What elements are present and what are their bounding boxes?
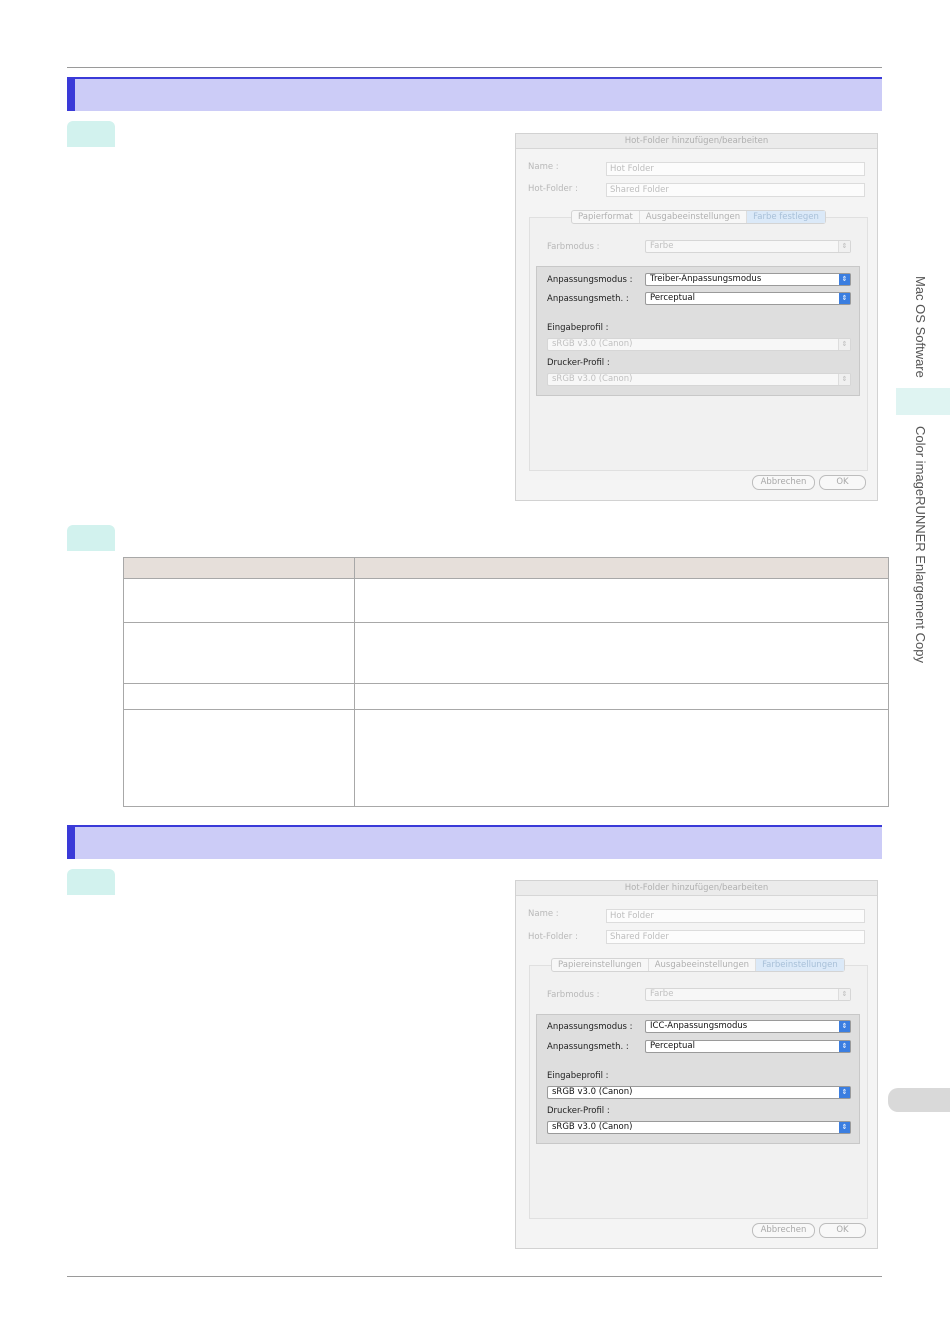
cancel-button[interactable]: Abbrechen [752, 1223, 815, 1238]
top-rule [67, 67, 882, 68]
section-heading-bar-1 [67, 77, 882, 111]
settings-table [123, 557, 889, 807]
anpassungsmeth-value: Perceptual [650, 293, 695, 303]
name-label: Name : [528, 162, 559, 172]
tab-papierformat[interactable]: Papierformat [572, 211, 640, 223]
anpassungsmodus-select[interactable]: Treiber-Anpassungsmodus ⇕ [645, 273, 851, 286]
table-cell [354, 709, 889, 807]
section-heading-bar-2 [67, 825, 882, 859]
popup-updown-arrow-icon: ⇕ [838, 374, 850, 385]
table-cell [123, 578, 355, 623]
ok-button[interactable]: OK [819, 475, 866, 490]
farbmodus-label: Farbmodus : [547, 990, 600, 1000]
tab-papiereinstellungen[interactable]: Papiereinstellungen [552, 959, 649, 971]
name-field[interactable]: Hot Folder [606, 909, 865, 923]
druckerprofil-label: Drucker-Profil : [547, 358, 610, 368]
table-cell [354, 578, 889, 623]
side-tab-active[interactable] [896, 388, 950, 415]
step-marker-2 [67, 525, 115, 551]
hotfolder-field[interactable]: Shared Folder [606, 183, 865, 197]
anpassungsmeth-value: Perceptual [650, 1041, 695, 1051]
step-marker-1 [67, 121, 115, 147]
druckerprofil-select[interactable]: sRGB v3.0 (Canon) ⇕ [547, 1121, 851, 1134]
anpassungsmeth-select[interactable]: Perceptual ⇕ [645, 292, 851, 305]
name-field[interactable]: Hot Folder [606, 162, 865, 176]
dialog-title: Hot-Folder hinzufügen/bearbeiten [516, 881, 877, 896]
bottom-rule [67, 1276, 882, 1277]
table-cell [354, 683, 889, 710]
anpassungsmodus-value: Treiber-Anpassungsmodus [650, 274, 762, 284]
anpassungsmodus-select[interactable]: ICC-Anpassungsmodus ⇕ [645, 1020, 851, 1033]
tab-farbeinstellungen[interactable]: Farbeinstellungen [756, 959, 844, 971]
druckerprofil-value: sRGB v3.0 (Canon) [552, 1122, 633, 1132]
farbmodus-value: Farbe [650, 241, 674, 251]
table-cell [123, 683, 355, 710]
hotfolder-label: Hot-Folder : [528, 184, 578, 194]
tab-ausgabeeinstellungen[interactable]: Ausgabeeinstellungen [649, 959, 757, 971]
dialog-title: Hot-Folder hinzufügen/bearbeiten [516, 134, 877, 149]
anpassungsmeth-select[interactable]: Perceptual ⇕ [645, 1040, 851, 1053]
farbmodus-select[interactable]: Farbe ⇕ [645, 988, 851, 1001]
table-header-row [123, 557, 889, 579]
popup-updown-arrow-icon: ⇕ [839, 274, 850, 285]
table-header-cell [354, 557, 889, 579]
side-tab-chapter[interactable] [888, 1088, 950, 1112]
popup-updown-arrow-icon: ⇕ [839, 1041, 850, 1052]
druckerprofil-select[interactable]: sRGB v3.0 (Canon) ⇕ [547, 373, 851, 386]
eingabeprofil-select[interactable]: sRGB v3.0 (Canon) ⇕ [547, 338, 851, 351]
tab-ausgabeeinstellungen[interactable]: Ausgabeeinstellungen [640, 211, 748, 223]
farbmodus-label: Farbmodus : [547, 242, 600, 252]
anpassungsmeth-label: Anpassungsmeth. : [547, 294, 629, 304]
druckerprofil-label: Drucker-Profil : [547, 1106, 610, 1116]
farbmodus-value: Farbe [650, 989, 674, 999]
table-row [123, 709, 889, 807]
popup-updown-arrow-icon: ⇕ [839, 1087, 850, 1098]
popup-updown-arrow-icon: ⇕ [839, 1122, 850, 1133]
anpassungsmodus-label: Anpassungsmodus : [547, 275, 633, 285]
popup-updown-arrow-icon: ⇕ [838, 241, 850, 252]
hotfolder-field[interactable]: Shared Folder [606, 930, 865, 944]
hot-folder-dialog-1: Hot-Folder hinzufügen/bearbeiten Name : … [515, 133, 878, 501]
eingabeprofil-label: Eingabeprofil : [547, 323, 609, 333]
anpassungsmodus-label: Anpassungsmodus : [547, 1022, 633, 1032]
name-label: Name : [528, 909, 559, 919]
anpassungsmeth-label: Anpassungsmeth. : [547, 1042, 629, 1052]
cancel-button[interactable]: Abbrechen [752, 475, 815, 490]
table-row [123, 683, 889, 710]
hotfolder-label: Hot-Folder : [528, 932, 578, 942]
eingabeprofil-value: sRGB v3.0 (Canon) [552, 1087, 633, 1097]
eingabeprofil-label: Eingabeprofil : [547, 1071, 609, 1081]
eingabeprofil-value: sRGB v3.0 (Canon) [552, 339, 633, 349]
farbmodus-select[interactable]: Farbe ⇕ [645, 240, 851, 253]
popup-updown-arrow-icon: ⇕ [838, 339, 850, 350]
tab-bar: Papierformat Ausgabeeinstellungen Farbe … [571, 210, 826, 224]
popup-updown-arrow-icon: ⇕ [838, 989, 850, 1000]
table-cell [123, 709, 355, 807]
eingabeprofil-select[interactable]: sRGB v3.0 (Canon) ⇕ [547, 1086, 851, 1099]
tab-bar: Papiereinstellungen Ausgabeeinstellungen… [551, 958, 845, 972]
hot-folder-dialog-2: Hot-Folder hinzufügen/bearbeiten Name : … [515, 880, 878, 1249]
popup-updown-arrow-icon: ⇕ [839, 1021, 850, 1032]
popup-updown-arrow-icon: ⇕ [839, 293, 850, 304]
side-label-mac-os-software[interactable]: Mac OS Software [913, 276, 928, 378]
table-header-cell [123, 557, 355, 579]
step-marker-3 [67, 869, 115, 895]
ok-button[interactable]: OK [819, 1223, 866, 1238]
table-row [123, 578, 889, 623]
table-cell [354, 622, 889, 684]
anpassungsmodus-value: ICC-Anpassungsmodus [650, 1021, 748, 1031]
table-row [123, 622, 889, 684]
table-cell [123, 622, 355, 684]
druckerprofil-value: sRGB v3.0 (Canon) [552, 374, 633, 384]
side-label-color-irc[interactable]: Color imageRUNNER Enlargement Copy [913, 426, 928, 663]
tab-farbe-festlegen[interactable]: Farbe festlegen [747, 211, 825, 223]
